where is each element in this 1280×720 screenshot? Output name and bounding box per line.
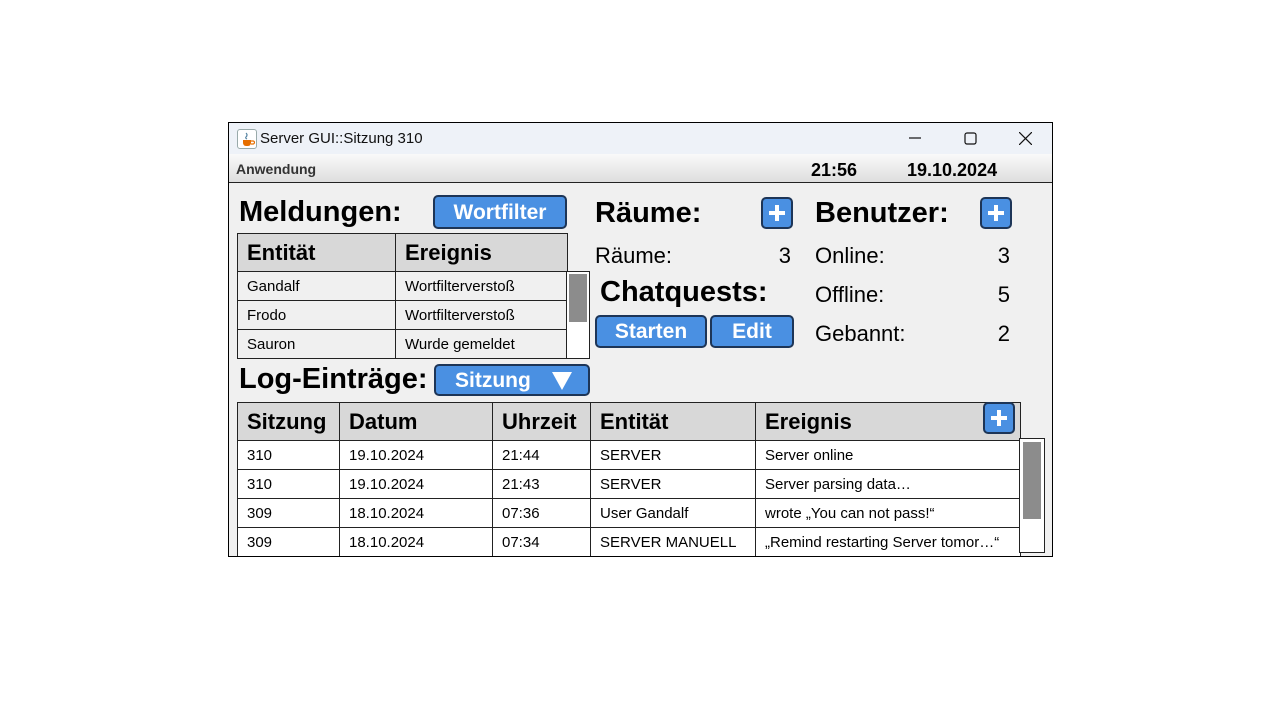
table-row[interactable]: 309 18.10.2024 07:36 User Gandalf wrote … (237, 498, 1021, 528)
column-header-entitaet[interactable]: Entität (590, 402, 756, 441)
maximize-icon (964, 132, 977, 145)
scrollbar-thumb[interactable] (1023, 442, 1041, 519)
table-cell: 07:34 (492, 527, 591, 556)
table-cell: Wortfilterverstoß (395, 271, 568, 301)
log-scrollbar[interactable] (1019, 438, 1045, 553)
table-cell: User Gandalf (590, 498, 756, 528)
start-chatquest-button[interactable]: Starten (595, 315, 707, 348)
table-row[interactable]: Sauron Wurde gemeldet (237, 329, 568, 359)
column-header-ereignis[interactable]: Ereignis (755, 402, 1021, 441)
column-header-entitaet[interactable]: Entität (237, 233, 396, 272)
raeume-count-value: 3 (778, 243, 791, 268)
stat-value-offline: 5 (997, 282, 1010, 307)
table-cell: „Remind restarting Server tomor…“ (755, 527, 1021, 556)
column-header-uhrzeit[interactable]: Uhrzeit (492, 402, 591, 441)
wortfilter-button[interactable]: Wortfilter (433, 195, 567, 229)
meldungen-table: Entität Ereignis Gandalf Wortfilterverst… (237, 233, 568, 359)
clock-time: 21:56 (811, 160, 858, 180)
table-cell: 310 (237, 469, 340, 499)
benutzer-heading: Benutzer: (815, 197, 949, 229)
add-room-button[interactable] (761, 197, 793, 229)
table-cell: Wortfilterverstoß (395, 300, 568, 330)
minimize-icon (909, 137, 921, 139)
meldungen-heading: Meldungen: (239, 196, 402, 228)
plus-icon (988, 205, 1004, 221)
column-header-datum[interactable]: Datum (339, 402, 493, 441)
table-cell: 07:36 (492, 498, 591, 528)
table-row[interactable]: 310 19.10.2024 21:44 SERVER Server onlin… (237, 440, 1021, 470)
column-header-sitzung[interactable]: Sitzung (237, 402, 340, 441)
window-title: Server GUI::Sitzung 310 (260, 130, 423, 147)
stat-label-online: Online: (815, 243, 885, 268)
table-row[interactable]: Frodo Wortfilterverstoß (237, 300, 568, 330)
stat-label-offline: Offline: (815, 282, 885, 307)
log-header-row: Sitzung Datum Uhrzeit Entität Ereignis (237, 402, 1021, 441)
table-cell: 19.10.2024 (339, 469, 493, 499)
table-cell: 309 (237, 498, 340, 528)
table-row[interactable]: 310 19.10.2024 21:43 SERVER Server parsi… (237, 469, 1021, 499)
column-header-ereignis[interactable]: Ereignis (395, 233, 568, 272)
table-cell: 21:43 (492, 469, 591, 499)
table-cell: SERVER MANUELL (590, 527, 756, 556)
meldungen-header-row: Entität Ereignis (237, 233, 568, 272)
table-cell: SERVER (590, 469, 756, 499)
log-filter-select[interactable]: Sitzung (434, 364, 590, 396)
stat-value-gebannt: 2 (997, 321, 1010, 346)
table-cell: wrote „You can not pass!“ (755, 498, 1021, 528)
table-cell: Sauron (237, 329, 396, 359)
scrollbar-thumb[interactable] (569, 274, 587, 322)
stat-label-gebannt: Gebannt: (815, 321, 906, 346)
log-table: Sitzung Datum Uhrzeit Entität Ereignis 3… (237, 402, 1021, 556)
java-cup-icon (237, 129, 257, 149)
add-user-button[interactable] (980, 197, 1012, 229)
table-cell: Server parsing data… (755, 469, 1021, 499)
stat-value-online: 3 (997, 243, 1010, 268)
table-cell: 309 (237, 527, 340, 556)
plus-icon (769, 205, 785, 221)
server-gui-window: Server GUI::Sitzung 310 Anwendung 21:56 … (228, 122, 1053, 557)
table-cell: 21:44 (492, 440, 591, 470)
title-bar[interactable]: Server GUI::Sitzung 310 (229, 123, 1052, 154)
table-cell: 19.10.2024 (339, 440, 493, 470)
table-cell: Wurde gemeldet (395, 329, 568, 359)
table-cell: 18.10.2024 (339, 527, 493, 556)
minimize-button[interactable] (892, 123, 938, 154)
chatquests-heading: Chatquests: (600, 276, 768, 308)
table-cell: Frodo (237, 300, 396, 330)
table-cell: Server online (755, 440, 1021, 470)
table-cell: 18.10.2024 (339, 498, 493, 528)
raeume-count-label: Räume: (595, 243, 673, 268)
table-row[interactable]: 309 18.10.2024 07:34 SERVER MANUELL „Rem… (237, 527, 1021, 556)
log-filter-value: Sitzung (455, 369, 531, 392)
table-cell: Gandalf (237, 271, 396, 301)
triangle-down-icon (552, 372, 572, 390)
table-cell: 310 (237, 440, 340, 470)
add-log-entry-button[interactable] (983, 402, 1015, 434)
edit-chatquest-button[interactable]: Edit (710, 315, 794, 348)
menu-bar: Anwendung 21:56 19.10.2024 (229, 154, 1052, 183)
log-heading: Log-Einträge: (239, 363, 428, 395)
table-row[interactable]: Gandalf Wortfilterverstoß (237, 271, 568, 301)
raeume-heading: Räume: (595, 197, 702, 229)
plus-icon (991, 410, 1007, 426)
meldungen-scrollbar[interactable] (566, 271, 590, 359)
close-button[interactable] (1002, 123, 1048, 154)
clock-date: 19.10.2024 (907, 160, 998, 180)
maximize-button[interactable] (947, 123, 993, 154)
table-cell: SERVER (590, 440, 756, 470)
menu-anwendung[interactable]: Anwendung (236, 161, 316, 177)
close-icon (1019, 132, 1032, 145)
